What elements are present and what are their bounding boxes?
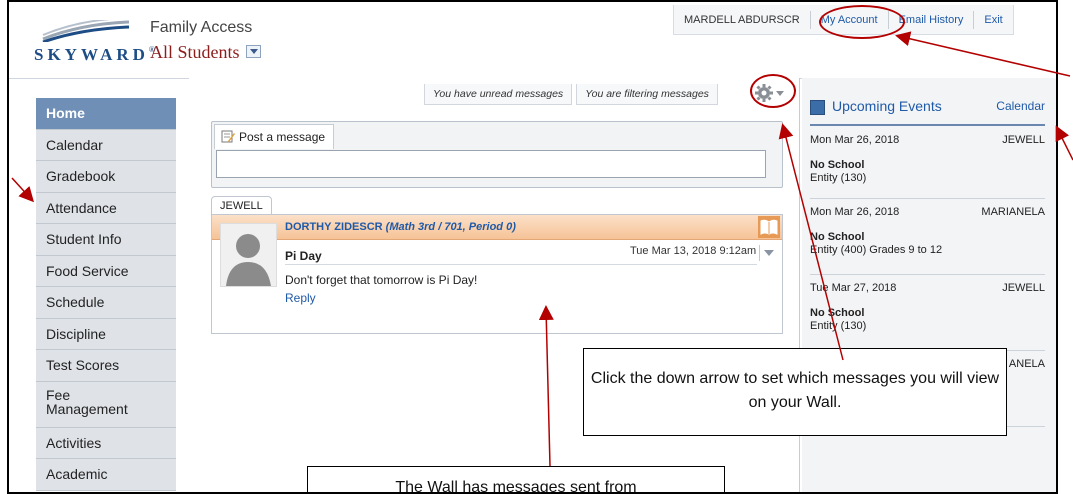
calendar-link[interactable]: Calendar — [996, 99, 1045, 113]
reply-link[interactable]: Reply — [285, 291, 316, 305]
event-item[interactable]: Mon Mar 26, 2018 JEWELL No School Entity… — [810, 126, 1045, 199]
sidebar-item-gradebook[interactable]: Gradebook — [36, 161, 176, 193]
arrow-to-calendar — [1055, 125, 1073, 161]
message-date: Tue Mar 13, 2018 9:12am — [630, 245, 757, 257]
message-menu-arrow[interactable] — [759, 245, 777, 261]
events-title: Upcoming Events — [832, 98, 942, 114]
events-header: Upcoming Events Calendar — [810, 98, 1045, 126]
book-icon — [758, 216, 780, 238]
event-title: No School — [810, 159, 865, 171]
sidebar-item-fee-management[interactable]: Fee Management — [36, 381, 176, 428]
skyward-logo[interactable]: SKYWARD® — [34, 45, 155, 65]
divider — [285, 264, 757, 265]
exit-link[interactable]: Exit — [974, 14, 1012, 26]
sidebar-item-schedule[interactable]: Schedule — [36, 287, 176, 319]
sidebar-item-calendar[interactable]: Calendar — [36, 129, 176, 161]
user-name: MARDELL ABDURSCR — [684, 13, 800, 26]
post-message-input[interactable] — [216, 150, 766, 178]
sidebar-item-academic[interactable]: Academic — [36, 459, 176, 491]
annotation-wall-note: The Wall has messages sent from — [307, 466, 725, 492]
sidebar-nav: Home Calendar Gradebook Attendance Stude… — [36, 98, 176, 491]
app-name: Family Access — [150, 19, 253, 36]
skyward-logo-icon — [42, 20, 130, 42]
avatar — [220, 223, 277, 287]
wall-message: DORTHY ZIDESCR (Math 3rd / 701, Period 0… — [211, 214, 783, 334]
my-account-highlight — [819, 5, 905, 39]
sidebar-item-student-info[interactable]: Student Info — [36, 224, 176, 256]
event-date: Tue Mar 27, 2018 — [810, 282, 897, 294]
message-title: Pi Day — [285, 249, 322, 263]
event-entity: Entity (400) Grades 9 to 12 — [810, 244, 943, 256]
event-entity: Entity (130) — [810, 172, 867, 184]
student-selector[interactable]: All Students — [150, 42, 261, 63]
unread-messages-tab[interactable]: You have unread messages — [424, 83, 573, 105]
event-student: JEWELL — [1002, 134, 1045, 146]
sidebar-item-discipline[interactable]: Discipline — [36, 318, 176, 350]
annotation-arrow-note: Click the down arrow to set which messag… — [583, 348, 1007, 436]
message-sender[interactable]: DORTHY ZIDESCR (Math 3rd / 701, Period 0… — [285, 221, 516, 233]
event-student: ANELA — [1008, 358, 1045, 370]
sidebar-item-attendance[interactable]: Attendance — [36, 192, 176, 224]
sidebar-item-activities[interactable]: Activities — [36, 427, 176, 459]
post-message-label: Post a message — [239, 130, 326, 144]
event-entity: Entity (130) — [810, 320, 867, 332]
message-course: (Math 3rd / 701, Period 0) — [385, 221, 516, 233]
event-item[interactable]: Mon Mar 26, 2018 MARIANELA No School Ent… — [810, 198, 1045, 275]
browser-window: SKYWARD® Family Access All Students MARD… — [7, 0, 1058, 494]
settings-highlight — [750, 74, 796, 108]
event-date: Mon Mar 26, 2018 — [810, 134, 900, 146]
filter-bar: You have unread messages You are filteri… — [424, 82, 722, 106]
chevron-down-icon[interactable] — [245, 45, 261, 59]
event-student: JEWELL — [1002, 282, 1045, 294]
post-message-box: Post a message — [211, 121, 783, 188]
filtering-messages-tab[interactable]: You are filtering messages — [576, 83, 718, 105]
sidebar-item-food-service[interactable]: Food Service — [36, 255, 176, 287]
event-date: Mon Mar 26, 2018 — [810, 206, 900, 218]
calendar-icon — [810, 100, 825, 115]
sidebar-item-home[interactable]: Home — [36, 98, 176, 130]
event-title: No School — [810, 231, 865, 243]
student-tab[interactable]: JEWELL — [211, 196, 272, 215]
event-title: No School — [810, 307, 865, 319]
left-margin — [0, 0, 7, 494]
event-item[interactable]: Tue Mar 27, 2018 JEWELL No School Entity… — [810, 274, 1045, 351]
event-student: MARIANELA — [981, 206, 1045, 218]
message-body: Don't forget that tomorrow is Pi Day! — [285, 273, 478, 287]
edit-note-icon — [221, 130, 235, 143]
post-message-tab[interactable]: Post a message — [214, 124, 335, 149]
sidebar-item-test-scores[interactable]: Test Scores — [36, 350, 176, 382]
